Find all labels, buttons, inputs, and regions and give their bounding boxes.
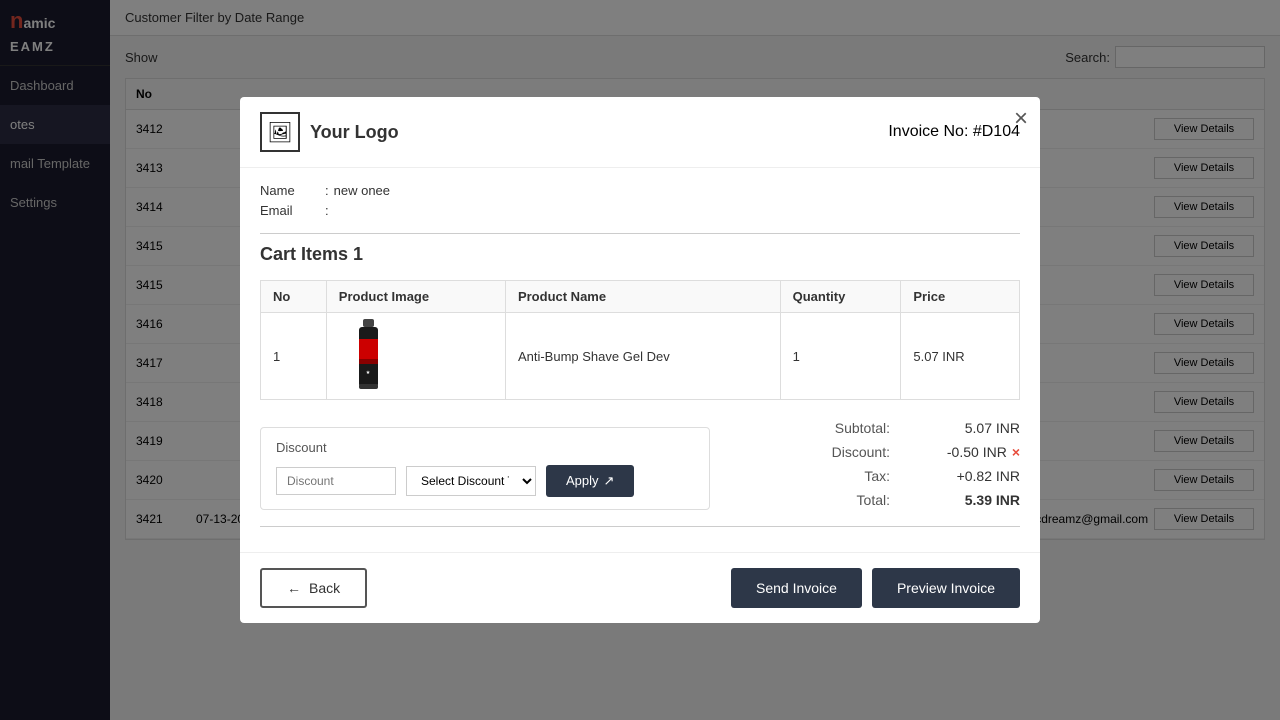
col-price-header: Price [901, 281, 1020, 313]
discount-row: Discount: -0.50 INR × [810, 444, 1020, 460]
image-icon: 🖼 [267, 120, 292, 145]
subtotal-value: 5.07 INR [920, 420, 1020, 436]
back-label: Back [309, 580, 340, 596]
invoice-modal: 🖼 Your Logo Invoice No: #D104 Name : new… [240, 97, 1040, 623]
bottom-section: Discount Select Discount Typ Apply ↗ Sub… [260, 420, 1020, 516]
name-colon: : [325, 183, 329, 198]
item-product-name: Anti-Bump Shave Gel Dev [505, 313, 780, 400]
modal-footer: ← Back Send Invoice Preview Invoice [240, 552, 1040, 623]
tax-value: +0.82 INR [920, 468, 1020, 484]
item-quantity: 1 [780, 313, 901, 400]
product-tube-svg: ★ [351, 319, 386, 394]
summary-section: Subtotal: 5.07 INR Discount: -0.50 INR ×… [810, 420, 1020, 516]
logo-text: Your Logo [310, 122, 399, 143]
section-divider [260, 233, 1020, 234]
back-button[interactable]: ← Back [260, 568, 367, 608]
invoice-no-label: Invoice No: [888, 123, 968, 140]
item-no: 1 [261, 313, 327, 400]
cart-table: No Product Image Product Name Quantity P… [260, 280, 1020, 400]
back-arrow-icon: ← [287, 580, 301, 596]
discount-inputs: Select Discount Typ Apply ↗ [276, 465, 694, 497]
apply-icon: ↗ [604, 473, 615, 489]
footer-action-buttons: Send Invoice Preview Invoice [731, 568, 1020, 608]
customer-info: Name : new onee Email : [260, 183, 1020, 218]
modal-header: 🖼 Your Logo Invoice No: #D104 [240, 97, 1040, 168]
discount-summary-label: Discount: [810, 444, 890, 460]
apply-button[interactable]: Apply ↗ [546, 465, 634, 497]
item-image-cell: ★ [326, 313, 505, 400]
total-label: Total: [810, 492, 890, 508]
discount-summary-value: -0.50 INR × [920, 444, 1020, 460]
cart-title: Cart Items 1 [260, 244, 1020, 265]
item-price: 5.07 INR [901, 313, 1020, 400]
discount-input-field[interactable] [276, 467, 396, 495]
col-product-name-header: Product Name [505, 281, 780, 313]
invoice-number-area: Invoice No: #D104 [888, 123, 1020, 141]
logo-image-placeholder: 🖼 [260, 112, 300, 152]
subtotal-label: Subtotal: [810, 420, 890, 436]
apply-label: Apply [566, 473, 599, 488]
invoice-no-value: #D104 [973, 123, 1020, 140]
svg-text:★: ★ [366, 370, 371, 376]
cart-table-header-row: No Product Image Product Name Quantity P… [261, 281, 1020, 313]
email-colon: : [325, 203, 329, 218]
preview-invoice-button[interactable]: Preview Invoice [872, 568, 1020, 608]
customer-email-row: Email : [260, 203, 1020, 218]
tax-row: Tax: +0.82 INR [810, 468, 1020, 484]
send-invoice-button[interactable]: Send Invoice [731, 568, 862, 608]
discount-type-select[interactable]: Select Discount Typ [406, 466, 536, 496]
total-row: Total: 5.39 INR [810, 492, 1020, 508]
subtotal-row: Subtotal: 5.07 INR [810, 420, 1020, 436]
modal-logo-area: 🖼 Your Logo [260, 112, 399, 152]
col-no-header: No [261, 281, 327, 313]
cart-table-head: No Product Image Product Name Quantity P… [261, 281, 1020, 313]
product-image: ★ [339, 321, 399, 391]
modal-body: Name : new onee Email : Cart Items 1 No … [240, 168, 1040, 552]
email-label: Email [260, 203, 320, 218]
footer-divider [260, 526, 1020, 527]
tax-label: Tax: [810, 468, 890, 484]
total-value: 5.39 INR [920, 492, 1020, 508]
col-quantity-header: Quantity [780, 281, 901, 313]
name-label: Name [260, 183, 320, 198]
cart-table-row: 1 ★ [261, 313, 1020, 400]
cart-table-body: 1 ★ [261, 313, 1020, 400]
discount-remove-icon[interactable]: × [1012, 444, 1020, 460]
discount-amount: -0.50 INR [947, 444, 1007, 460]
modal-close-button[interactable]: × [1014, 107, 1028, 131]
customer-name-row: Name : new onee [260, 183, 1020, 198]
discount-box: Discount Select Discount Typ Apply ↗ [260, 427, 710, 510]
col-product-image-header: Product Image [326, 281, 505, 313]
name-value: new onee [334, 183, 390, 198]
discount-box-label: Discount [276, 440, 694, 455]
